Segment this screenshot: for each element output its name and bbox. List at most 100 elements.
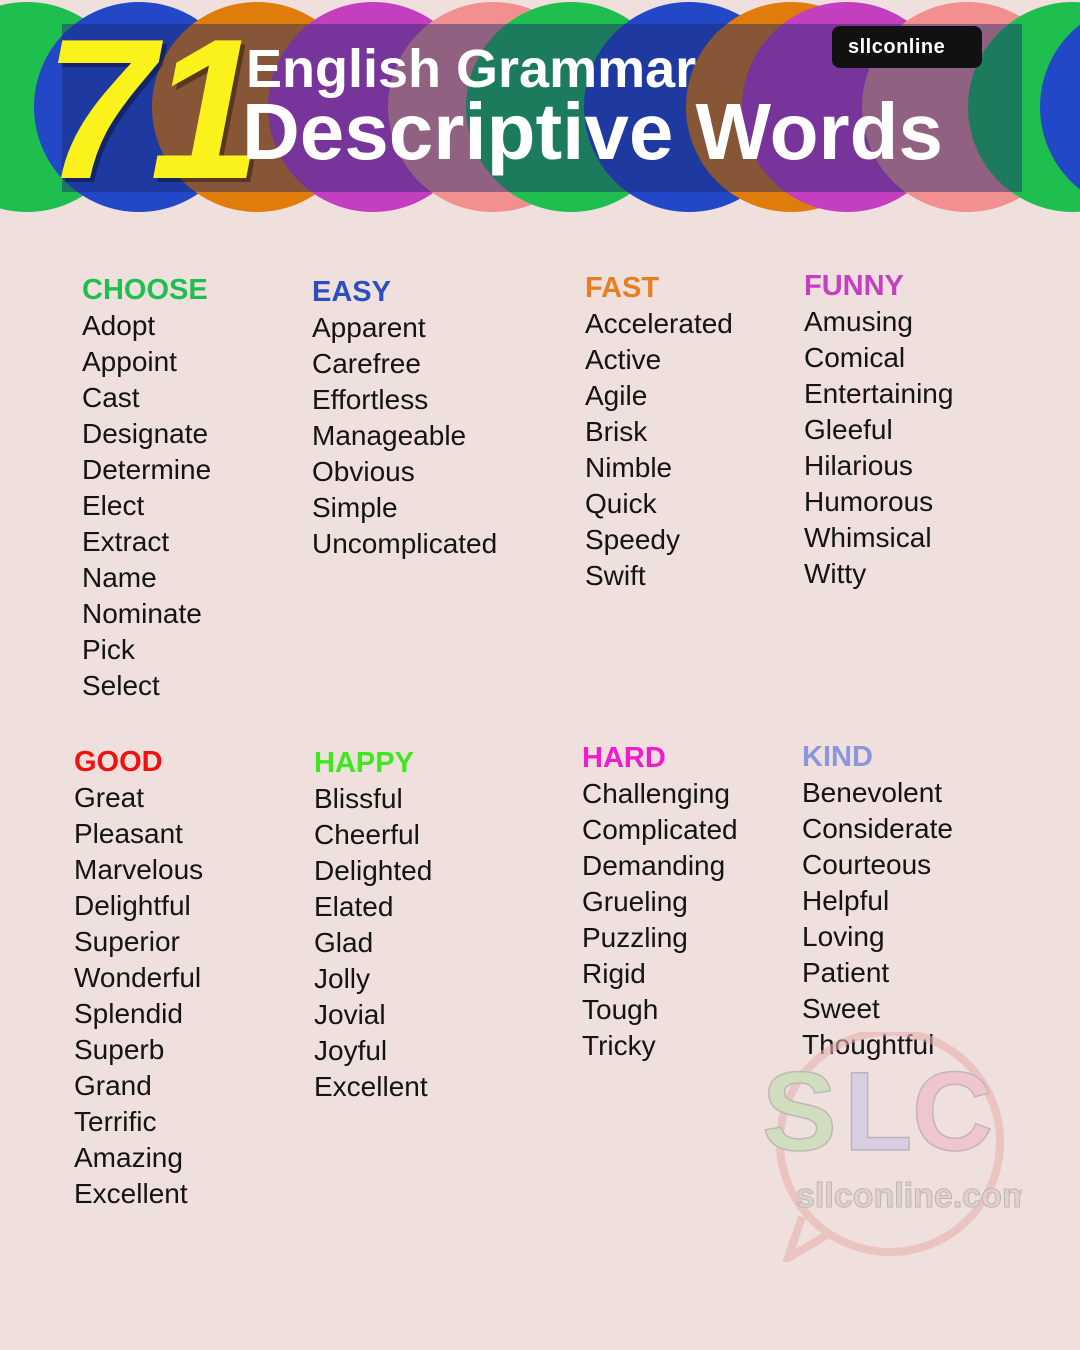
word-item: Demanding [582,850,726,881]
word-item: Excellent [314,1071,428,1102]
word-item: Challenging [582,778,730,809]
word-item: Grueling [582,886,688,917]
title-descriptive-words: Descriptive Words [242,87,943,176]
word-list: Accelerated Active Agile Brisk Nimble Quick Sp… [585,306,733,594]
category-title: EASY [312,276,391,308]
word-item: Active [585,344,662,375]
word-item: Elect [82,490,145,521]
word-item: Obvious [312,456,415,487]
word-item: Tricky [582,1030,656,1061]
word-item: Tough [582,994,659,1025]
word-item: Amazing [74,1142,183,1173]
word-item: Humorous [804,486,934,517]
word-item: Amusing [804,306,913,337]
word-item: Elated [314,891,394,922]
word-item: Name [82,562,157,593]
word-list: Adopt Appoint Cast Designate Determine Elect E… [82,308,211,704]
category-kind: KIND Benevolent Considerate Courteous Helpf… [802,739,953,1063]
slc-watermark-logo: S L C sllconline.com [761,1032,1022,1262]
word-item: Cast [82,382,140,413]
watermark-letter-s: S [762,1049,837,1174]
word-item: Effortless [312,384,429,415]
header-banner: 7 1 English Grammar Descriptive Words sl… [0,0,1080,215]
word-item: Entertaining [804,378,954,409]
word-item: Helpful [802,885,890,916]
word-item: Cheerful [314,819,420,850]
category-happy: HAPPY Blissful Cheerful Delighted Elated Gla… [314,745,432,1105]
category-title: HAPPY [314,747,414,779]
word-list: Amusing Comical Entertaining Gleeful Hilario… [804,304,953,592]
word-item: Superior [74,926,180,957]
brand-tag[interactable]: sllconline [832,26,982,68]
count-digit-7: 7 [44,0,156,215]
watermark-letter-l: L [844,1049,912,1174]
word-item: Designate [82,418,209,449]
word-item: Grand [74,1070,152,1101]
word-item: Patient [802,957,890,988]
word-item: Nominate [82,598,202,629]
word-item: Nimble [585,452,673,483]
watermark-bubble-tail [782,1215,835,1262]
word-item: Swift [585,560,646,591]
category-title: GOOD [74,746,163,778]
watermark-letter-c: C [912,1049,993,1174]
word-item: Witty [804,558,867,589]
category-funny: FUNNY Amusing Comical Entertaining Gleeful H… [804,268,953,592]
category-hard: HARD Challenging Complicated Demanding Grue… [582,740,738,1064]
word-item: Speedy [585,524,680,555]
word-item: Wonderful [74,962,202,993]
word-item: Excellent [74,1178,188,1209]
category-title: CHOOSE [82,274,208,306]
word-list: Apparent Carefree Effortless Manageable Obvi… [312,310,497,562]
word-item: Courteous [802,849,932,880]
word-item: Loving [802,921,885,952]
word-item: Adopt [82,310,156,341]
word-item: Jovial [314,999,386,1030]
word-list: Great Pleasant Marvelous Delightful Superior… [74,780,203,1212]
word-list: Challenging Complicated Demanding Grueling P… [582,776,738,1064]
category-fast: FAST Accelerated Active Agile Brisk Nimble Qu… [585,270,733,594]
word-item: Jolly [314,963,371,994]
word-item: Thoughtful [802,1029,935,1060]
word-item: Rigid [582,958,646,989]
word-item: Sweet [802,993,880,1024]
word-list: Blissful Cheerful Delighted Elated Glad Jolly… [314,781,432,1105]
word-item: Comical [804,342,906,373]
word-item: Appoint [82,346,177,377]
category-title: KIND [802,741,873,773]
word-item: Blissful [314,783,403,814]
word-item: Brisk [585,416,648,447]
word-item: Splendid [74,998,183,1029]
word-item: Pick [82,634,135,665]
word-item: Complicated [582,814,738,845]
word-item: Apparent [312,312,426,343]
category-good: GOOD Great Pleasant Marvelous Delightful Sup… [74,744,203,1212]
category-choose: CHOOSE Adopt Appoint Cast Designate Determin… [82,272,211,704]
category-easy: EASY Apparent Carefree Effortless Manageabl… [312,274,497,562]
word-item: Great [74,782,145,813]
category-title: FUNNY [804,270,904,302]
word-item: Accelerated [585,308,733,339]
word-item: Manageable [312,420,467,451]
word-item: Whimsical [804,522,932,553]
watermark-site: sllconline.com [796,1177,1022,1215]
word-item: Quick [585,488,657,519]
watermark-ring [776,1032,1004,1256]
word-item: Puzzling [582,922,688,953]
word-item: Considerate [802,813,953,844]
word-item: Marvelous [74,854,204,885]
word-list: Benevolent Considerate Courteous Helpful Lov… [802,775,953,1063]
word-item: Extract [82,526,170,557]
word-item: Determine [82,454,212,485]
category-title: HARD [582,742,666,774]
word-item: Terrific [74,1106,157,1137]
word-item: Select [82,670,160,701]
word-item: Benevolent [802,777,943,808]
word-item: Gleeful [804,414,893,445]
word-item: Pleasant [74,818,183,849]
word-item: Simple [312,492,398,523]
word-item: Joyful [314,1035,388,1066]
word-item: Delightful [74,890,191,921]
word-item: Carefree [312,348,421,379]
word-item: Uncomplicated [312,528,498,559]
